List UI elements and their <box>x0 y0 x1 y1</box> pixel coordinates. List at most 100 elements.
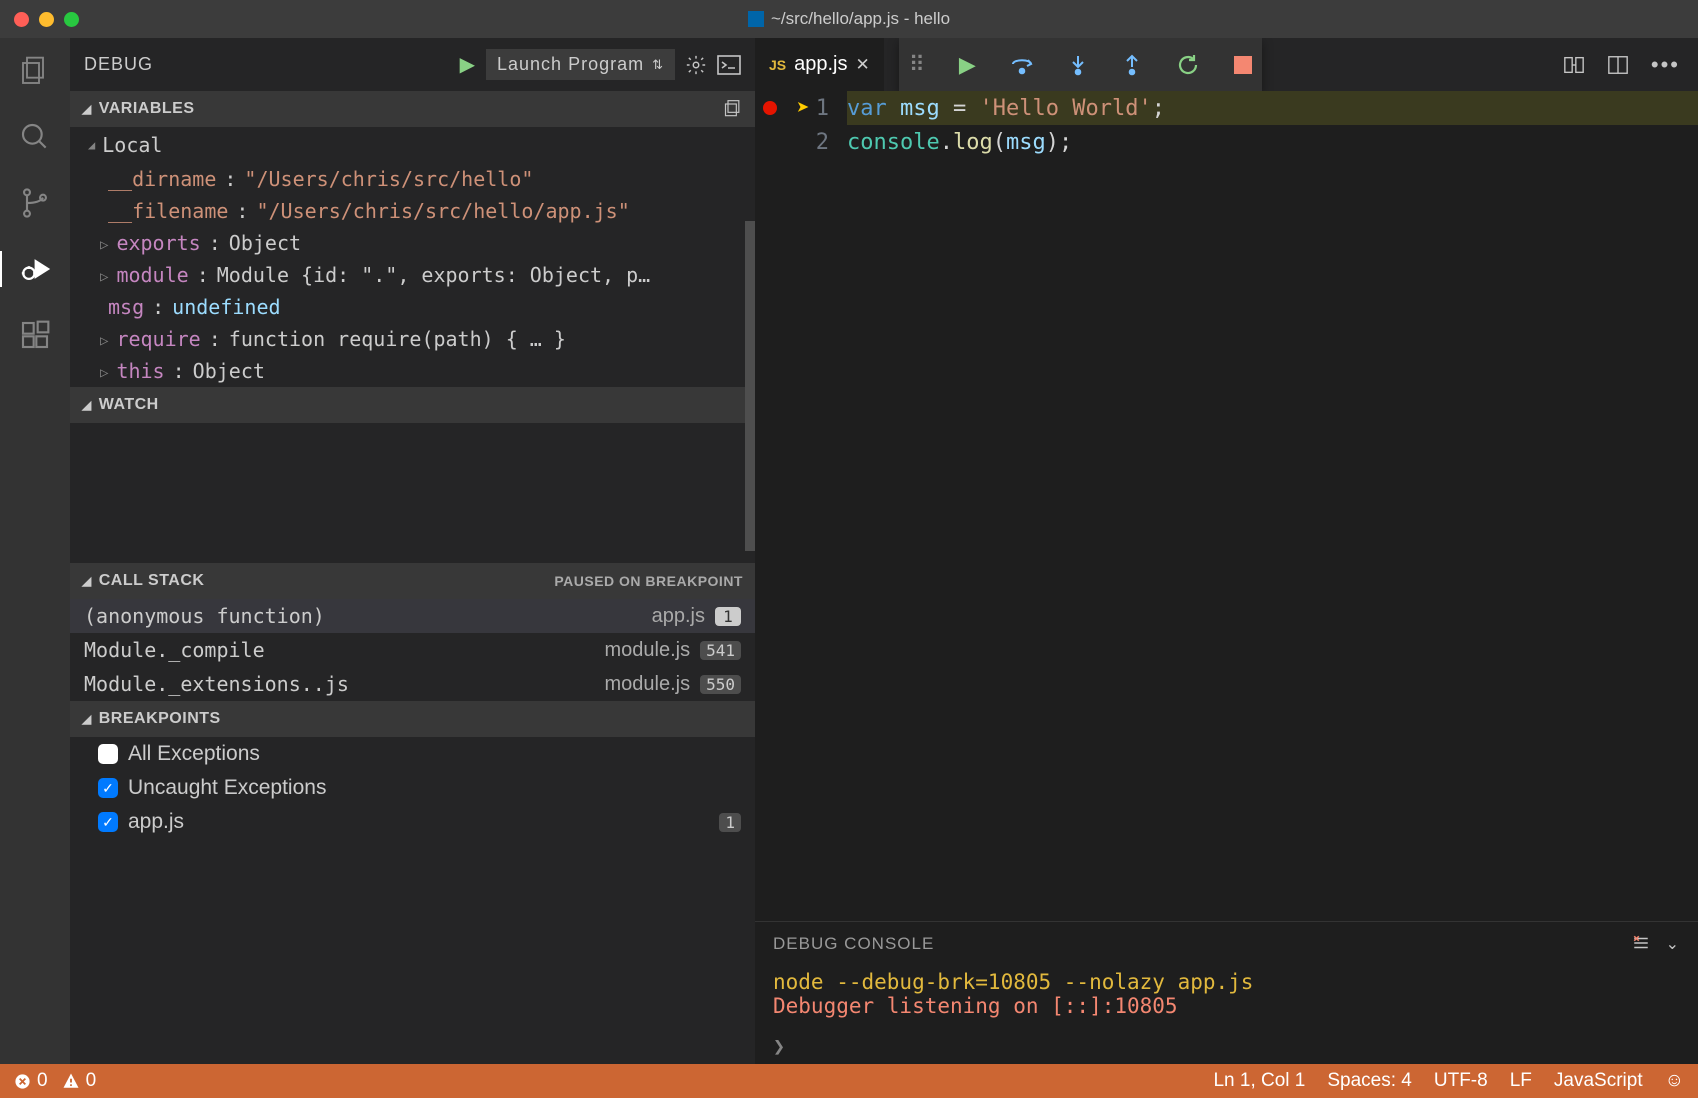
compare-icon[interactable] <box>1563 54 1585 76</box>
feedback-icon[interactable]: ☺ <box>1665 1070 1684 1092</box>
debug-console-line: Debugger listening on [::]:10805 <box>773 994 1680 1018</box>
variable-row[interactable]: ▷exports: Object <box>70 227 755 259</box>
step-out-button[interactable] <box>1122 54 1142 76</box>
continue-button[interactable]: ▶ <box>959 52 976 78</box>
tab-close-button[interactable]: ✕ <box>856 55 870 75</box>
window-zoom-button[interactable] <box>64 12 79 27</box>
explorer-icon[interactable] <box>17 53 53 89</box>
gear-icon[interactable] <box>685 54 707 76</box>
tab-app-js[interactable]: JS app.js ✕ <box>755 38 885 91</box>
watch-section-header[interactable]: ◢ WATCH <box>70 387 755 423</box>
variables-scope-local[interactable]: ◢ Local <box>70 127 755 163</box>
window-title: ~/src/hello/app.js - hello <box>771 9 950 29</box>
variable-row[interactable]: __filename: "/Users/chris/src/hello/app.… <box>70 195 755 227</box>
code-line[interactable]: console.log(msg); <box>847 125 1698 159</box>
breakpoint-label: app.js <box>128 810 709 834</box>
frame-line: 550 <box>700 675 741 694</box>
clear-console-icon[interactable] <box>1632 934 1650 954</box>
repl-icon[interactable] <box>717 55 741 75</box>
variable-name: __dirname <box>108 167 216 191</box>
debug-toolbar[interactable]: ⠿ ▶ <box>899 38 1262 91</box>
titlebar: ~/src/hello/app.js - hello <box>0 0 1698 38</box>
stop-button[interactable] <box>1234 56 1252 74</box>
scrollbar-thumb[interactable] <box>745 221 755 551</box>
restart-button[interactable] <box>1176 53 1200 77</box>
status-language[interactable]: JavaScript <box>1554 1070 1643 1092</box>
javascript-icon: JS <box>769 57 786 73</box>
chevron-right-icon: ▷ <box>100 365 108 381</box>
step-into-button[interactable] <box>1068 54 1088 76</box>
variable-value: Object <box>229 231 301 255</box>
gutter-line[interactable]: 2 <box>755 125 847 159</box>
watch-label: WATCH <box>99 396 159 414</box>
breakpoint-row[interactable]: ✓Uncaught Exceptions <box>70 771 755 805</box>
frame-source: module.js <box>604 673 690 696</box>
tab-filename: app.js <box>794 53 847 76</box>
breakpoint-checkbox[interactable]: ✓ <box>98 778 118 798</box>
chevron-down-icon: ◢ <box>82 398 92 412</box>
variable-row[interactable]: ▷module: Module {id: ".", exports: Objec… <box>70 259 755 291</box>
frame-line: 1 <box>715 607 741 626</box>
chevron-down-icon: ◢ <box>82 712 92 726</box>
window-close-button[interactable] <box>14 12 29 27</box>
debug-console-input[interactable]: ❯ <box>755 1028 1698 1064</box>
variables-label: VARIABLES <box>99 100 195 118</box>
variable-value: "/Users/chris/src/hello/app.js" <box>256 199 629 223</box>
collapse-console-icon[interactable]: ⌄ <box>1666 934 1680 954</box>
chevron-down-icon: ◢ <box>88 138 95 152</box>
variable-name: msg <box>108 295 144 319</box>
callstack-frame[interactable]: Module._compile module.js 541 <box>70 633 755 667</box>
breakpoint-line: 1 <box>719 813 741 832</box>
split-editor-icon[interactable] <box>1607 54 1629 76</box>
more-icon[interactable]: ••• <box>1651 52 1680 78</box>
code-line[interactable]: var msg = 'Hello World'; <box>847 91 1698 125</box>
window-minimize-button[interactable] <box>39 12 54 27</box>
chevron-right-icon: ▷ <box>100 237 108 253</box>
breakpoints-section-header[interactable]: ◢ BREAKPOINTS <box>70 701 755 737</box>
frame-line: 541 <box>700 641 741 660</box>
drag-handle-icon[interactable]: ⠿ <box>909 52 925 78</box>
gutter-line[interactable]: ➤ 1 <box>755 91 847 125</box>
variables-scope-label: Local <box>102 133 162 157</box>
variable-row[interactable]: ▷this: Object <box>70 355 755 387</box>
step-over-button[interactable] <box>1010 54 1034 76</box>
breakpoint-glyph-icon[interactable] <box>761 99 779 117</box>
status-eol[interactable]: LF <box>1510 1070 1532 1092</box>
breakpoint-row[interactable]: ✓ app.js 1 <box>70 805 755 839</box>
debug-title: DEBUG <box>84 54 450 75</box>
debug-console-panel: DEBUG CONSOLE ⌄ node --debug-brk=10805 -… <box>755 921 1698 1064</box>
breakpoint-label: All Exceptions <box>128 742 741 766</box>
prompt-chevron-icon: ❯ <box>773 1034 785 1058</box>
launch-config-label: Launch Program <box>497 54 644 75</box>
status-indentation[interactable]: Spaces: 4 <box>1327 1070 1412 1092</box>
line-number: 1 <box>816 96 829 121</box>
current-line-arrow-icon: ➤ <box>797 96 810 121</box>
variable-name: require <box>116 327 200 351</box>
status-bar: 0 0 Ln 1, Col 1 Spaces: 4 UTF-8 LF JavaS… <box>0 1064 1698 1098</box>
code-editor[interactable]: ➤ 12 var msg = 'Hello World';console.log… <box>755 91 1698 921</box>
collapse-all-icon[interactable] <box>723 99 743 119</box>
status-encoding[interactable]: UTF-8 <box>1434 1070 1488 1092</box>
callstack-section-header[interactable]: ◢ CALL STACK PAUSED ON BREAKPOINT <box>70 563 755 599</box>
variable-row[interactable]: ▷require: function require(path) { … } <box>70 323 755 355</box>
git-icon[interactable] <box>17 185 53 221</box>
callstack-frame[interactable]: Module._extensions..js module.js 550 <box>70 667 755 701</box>
status-cursor-position[interactable]: Ln 1, Col 1 <box>1213 1070 1305 1092</box>
start-debug-button[interactable]: ▶ <box>460 52 476 77</box>
breakpoint-checkbox[interactable] <box>98 744 118 764</box>
frame-source: app.js <box>652 605 705 628</box>
search-icon[interactable] <box>17 119 53 155</box>
variable-row[interactable]: __dirname: "/Users/chris/src/hello" <box>70 163 755 195</box>
status-warnings[interactable]: 0 <box>62 1070 97 1092</box>
debug-icon[interactable] <box>18 251 54 287</box>
breakpoint-row[interactable]: All Exceptions <box>70 737 755 771</box>
variables-section-header[interactable]: ◢ VARIABLES <box>70 91 755 127</box>
callstack-status: PAUSED ON BREAKPOINT <box>554 573 743 589</box>
callstack-frame[interactable]: (anonymous function) app.js 1 <box>70 599 755 633</box>
variable-row[interactable]: msg: undefined <box>70 291 755 323</box>
launch-config-select[interactable]: Launch Program ⇅ <box>486 49 675 80</box>
chevron-right-icon: ▷ <box>100 269 108 285</box>
breakpoint-checkbox[interactable]: ✓ <box>98 812 118 832</box>
status-errors[interactable]: 0 <box>14 1070 48 1092</box>
extensions-icon[interactable] <box>17 317 53 353</box>
